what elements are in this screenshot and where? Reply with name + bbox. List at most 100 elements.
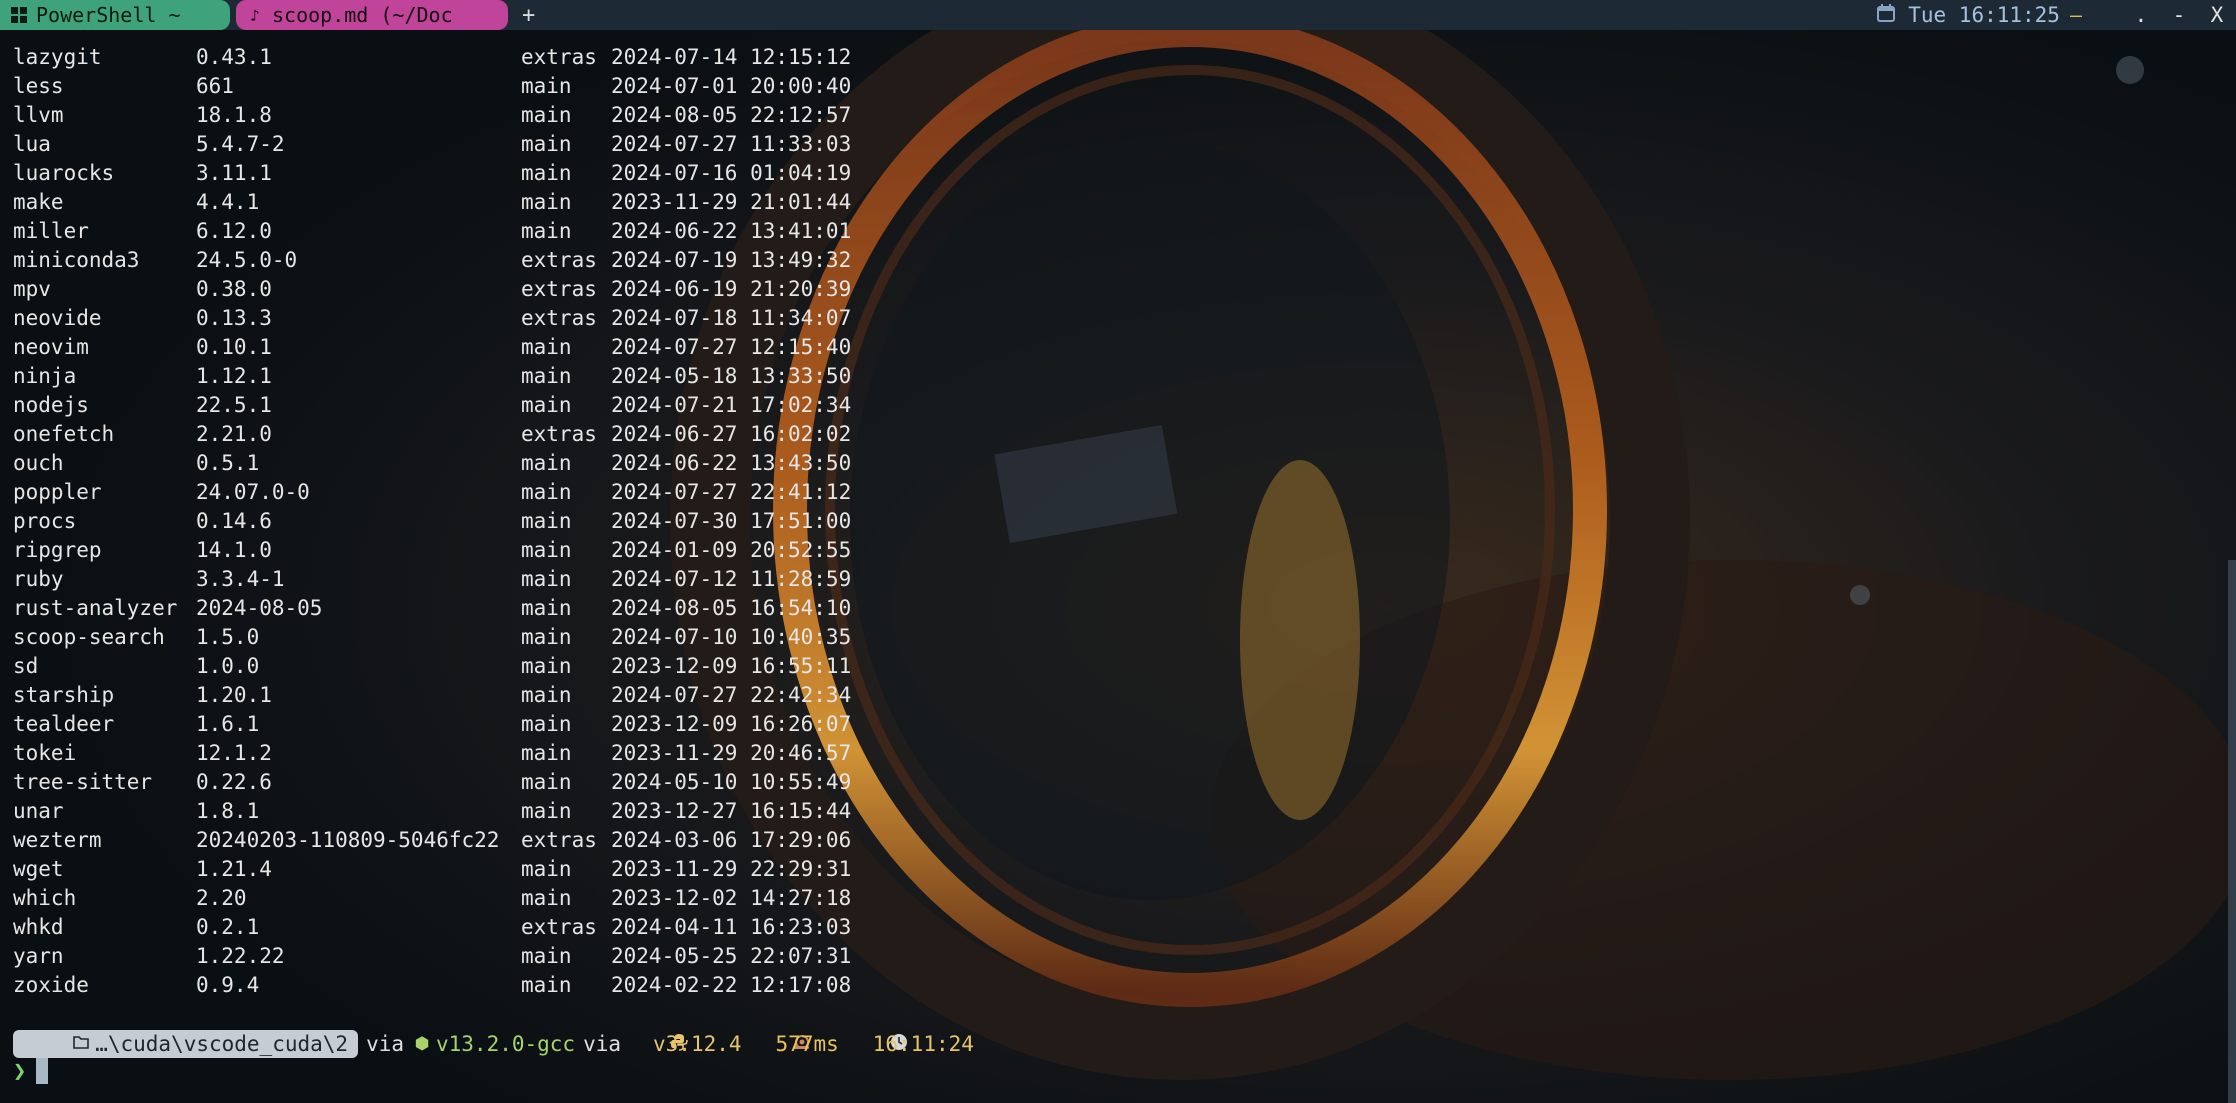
package-version: 0.10.1 (196, 335, 272, 359)
package-updated: 2024-07-14 12:15:12 (611, 45, 852, 69)
package-table: lazygit 0.43.1 extras 2024-07-14 12:15:12 le… (13, 43, 871, 1000)
package-name: wezterm (13, 828, 102, 852)
package-updated: 2023-12-27 16:15:44 (611, 799, 852, 823)
package-source: main (521, 103, 572, 127)
package-source: extras (521, 422, 597, 446)
package-updated: 2024-07-30 17:51:00 (611, 509, 852, 533)
package-version: 2024-08-05 (196, 596, 323, 620)
package-name: unar (13, 799, 64, 823)
package-version: 3.11.1 (196, 161, 272, 185)
tab-powershell[interactable]: PowerShell ~ (0, 0, 230, 30)
tab-scoop-md[interactable]: ♪ scoop.md (~/Doc (236, 0, 508, 30)
package-version: 14.1.0 (196, 538, 272, 562)
scrollbar[interactable] (2228, 560, 2236, 1103)
package-name: miller (13, 219, 89, 243)
new-tab-button[interactable]: + (522, 3, 535, 28)
clock-text: Tue 16:11:25 (1908, 3, 2060, 27)
package-name: neovim (13, 335, 89, 359)
package-version: 24.5.0-0 (196, 248, 298, 272)
package-name: mpv (13, 277, 51, 301)
package-name: zoxide (13, 973, 89, 997)
package-version: 1.6.1 (196, 712, 260, 736)
table-row: starship 1.20.1 main 2024-07-27 22:42:34 (13, 681, 871, 710)
minimize-dot-button[interactable]: . (2122, 3, 2160, 27)
package-updated: 2024-07-27 22:42:34 (611, 683, 852, 707)
package-version: 0.14.6 (196, 509, 272, 533)
package-source: main (521, 132, 572, 156)
package-source: main (521, 567, 572, 591)
package-version: 24.07.0-0 (196, 480, 310, 504)
package-source: main (521, 190, 572, 214)
package-source: main (521, 596, 572, 620)
package-name: which (13, 886, 77, 910)
package-version: 3.3.4-1 (196, 567, 285, 591)
package-source: main (521, 538, 572, 562)
package-version: 2.21.0 (196, 422, 272, 446)
package-version: 0.43.1 (196, 45, 272, 69)
package-updated: 2024-06-19 21:20:39 (611, 277, 852, 301)
package-name: ninja (13, 364, 77, 388)
minimize-button[interactable]: - (2160, 3, 2198, 27)
input-line[interactable]: ❯ (13, 1056, 49, 1086)
table-row: ninja 1.12.1 main 2024-05-18 13:33:50 (13, 362, 871, 391)
package-name: whkd (13, 915, 64, 939)
package-source: main (521, 393, 572, 417)
package-updated: 2024-03-06 17:29:06 (611, 828, 852, 852)
package-source: main (521, 509, 572, 533)
package-name: miniconda3 (13, 248, 140, 272)
table-row: rust-analyzer 2024-08-05 main 2024-08-05 16… (13, 594, 871, 623)
package-version: 5.4.7-2 (196, 132, 285, 156)
package-updated: 2023-12-02 14:27:18 (611, 886, 852, 910)
package-source: main (521, 335, 572, 359)
package-source: main (521, 654, 572, 678)
table-row: wezterm 20240203-110809-5046fc22 extras 202… (13, 826, 871, 855)
directory-path: …\cuda\vscode_cuda\2 (95, 1032, 349, 1056)
table-row: which 2.20 main 2023-12-02 14:27:18 (13, 884, 871, 913)
table-row: lua 5.4.7-2 main 2024-07-27 11:33:03 (13, 130, 871, 159)
package-updated: 2024-05-10 10:55:49 (611, 770, 852, 794)
shell-prompt: …\cuda\vscode_cuda\2 via ⬢ v13.2.0-gcc v… (13, 1030, 974, 1058)
package-source: main (521, 480, 572, 504)
package-version: 1.5.0 (196, 625, 260, 649)
package-name: starship (13, 683, 115, 707)
close-button[interactable]: X (2198, 3, 2236, 27)
table-row: zoxide 0.9.4 main 2024-02-22 12:17:08 (13, 971, 871, 1000)
package-version: 0.9.4 (196, 973, 260, 997)
package-updated: 2023-11-29 21:01:44 (611, 190, 852, 214)
package-name: less (13, 74, 64, 98)
tab-powershell-label: PowerShell ~ (36, 3, 181, 27)
table-row: llvm 18.1.8 main 2024-08-05 22:12:57 (13, 101, 871, 130)
package-source: extras (521, 277, 597, 301)
table-row: tree-sitter 0.22.6 main 2024-05-10 10:55:49 (13, 768, 871, 797)
package-source: main (521, 161, 572, 185)
via-label-2: via (583, 1032, 622, 1056)
package-updated: 2024-07-01 20:00:40 (611, 74, 852, 98)
table-row: miniconda3 24.5.0-0 extras 2024-07-19 13:49… (13, 246, 871, 275)
package-version: 0.5.1 (196, 451, 260, 475)
snail-icon (752, 1014, 810, 1075)
music-note-icon: ♪ (250, 5, 260, 25)
package-name: tealdeer (13, 712, 115, 736)
package-version: 1.21.4 (196, 857, 272, 881)
package-updated: 2024-06-27 16:02:02 (611, 422, 852, 446)
package-name: onefetch (13, 422, 115, 446)
package-updated: 2024-07-19 13:49:32 (611, 248, 852, 272)
package-version: 1.22.22 (196, 944, 285, 968)
package-source: main (521, 944, 572, 968)
package-name: rust-analyzer (13, 596, 178, 620)
status-area: Tue 16:11:25 — . - X (1876, 0, 2236, 30)
table-row: ripgrep 14.1.0 main 2024-01-09 20:52:55 (13, 536, 871, 565)
package-name: nodejs (13, 393, 89, 417)
table-row: lazygit 0.43.1 extras 2024-07-14 12:15:12 (13, 43, 871, 72)
package-source: main (521, 799, 572, 823)
c-lang-icon: ⬢ (414, 1034, 430, 1054)
package-source: main (521, 741, 572, 765)
package-name: ripgrep (13, 538, 102, 562)
prompt-time: 16:11:24 (872, 1032, 974, 1056)
package-name: wget (13, 857, 64, 881)
python-version: v3.12.4 (653, 1032, 742, 1056)
package-updated: 2024-07-21 17:02:34 (611, 393, 852, 417)
table-row: ouch 0.5.1 main 2024-06-22 13:43:50 (13, 449, 871, 478)
package-name: llvm (13, 103, 64, 127)
via-label: via (366, 1032, 404, 1056)
